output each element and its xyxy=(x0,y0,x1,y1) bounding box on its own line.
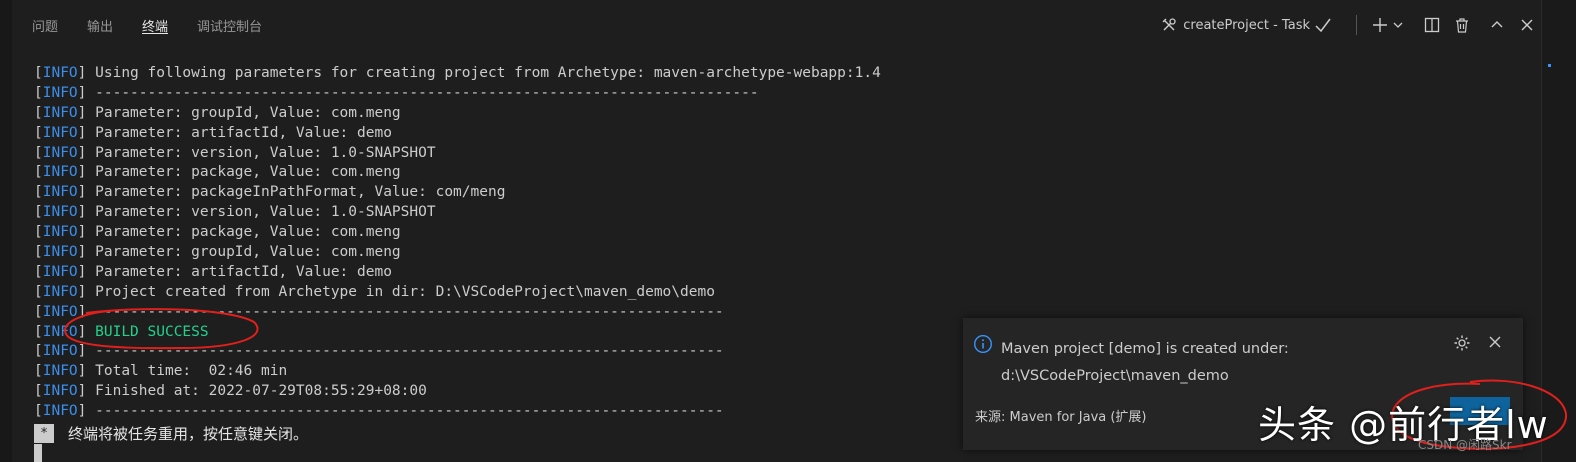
log-message: ----------------------------------------… xyxy=(95,403,724,420)
scroll-marker xyxy=(1548,64,1551,67)
log-message: Project created from Archetype in dir: D… xyxy=(95,283,715,300)
close-icon[interactable] xyxy=(1487,334,1503,350)
log-message: Parameter: packageInPathFormat, Value: c… xyxy=(95,184,506,201)
log-message: Parameter: package, Value: com.meng xyxy=(95,224,401,241)
log-message: BUILD SUCCESS xyxy=(95,323,209,340)
terminal-dropdown-button[interactable] xyxy=(1391,13,1405,37)
log-level: INFO xyxy=(42,104,78,121)
log-message: Using following parameters for creating … xyxy=(95,65,881,81)
terminal-line: [INFO] Parameter: version, Value: 1.0-SN… xyxy=(34,144,436,161)
close-panel-button[interactable] xyxy=(1515,13,1539,37)
kill-terminal-button[interactable] xyxy=(1450,13,1474,37)
log-message: Parameter: groupId, Value: com.meng xyxy=(95,244,401,261)
maximize-panel-button[interactable] xyxy=(1485,13,1509,37)
log-message: ----------------------------------------… xyxy=(95,84,759,101)
terminal-line: [INFO] ---------------------------------… xyxy=(34,84,759,101)
terminal-output[interactable]: [INFO] Using following parameters for cr… xyxy=(34,64,881,422)
tab-debug-console[interactable]: 调试控制台 xyxy=(197,0,262,35)
log-message: Finished at: 2022-07-29T08:55:29+08:00 xyxy=(95,383,427,400)
log-level: INFO xyxy=(42,65,78,81)
log-level: INFO xyxy=(42,164,78,181)
log-level: INFO xyxy=(42,363,78,380)
log-level: INFO xyxy=(42,204,78,221)
log-level: INFO xyxy=(42,323,78,340)
header-divider xyxy=(1356,15,1357,35)
terminal-line: [INFO] Using following parameters for cr… xyxy=(34,65,881,81)
tab-output[interactable]: 输出 xyxy=(87,0,113,35)
panel-header: 问题 输出 终端 调试控制台 createProject - Task xyxy=(12,0,1542,50)
log-level: INFO xyxy=(42,283,78,300)
panel-tabs: 问题 输出 终端 调试控制台 xyxy=(32,0,291,50)
terminal-line: [INFO] Parameter: packageInPathFormat, V… xyxy=(34,184,506,201)
log-level: INFO xyxy=(42,224,78,241)
terminal-line: [INFO] Finished at: 2022-07-29T08:55:29+… xyxy=(34,383,427,400)
tab-problems[interactable]: 问题 xyxy=(32,0,58,35)
terminal-line: [INFO] Parameter: artifactId, Value: dem… xyxy=(34,124,392,141)
log-level: INFO xyxy=(42,144,78,161)
log-level: INFO xyxy=(42,244,78,261)
close-icon xyxy=(1521,19,1533,31)
check-icon xyxy=(1315,18,1331,33)
chevron-down-icon xyxy=(1393,22,1403,28)
terminal-line: [INFO] ---------------------------------… xyxy=(34,303,724,320)
log-level: INFO xyxy=(42,184,78,201)
terminal-line: [INFO] Parameter: version, Value: 1.0-SN… xyxy=(34,204,436,221)
terminal-line: [INFO] Parameter: package, Value: com.me… xyxy=(34,224,401,241)
terminal-line: [INFO] ---------------------------------… xyxy=(34,403,724,420)
split-terminal-button[interactable] xyxy=(1420,13,1444,37)
left-edge xyxy=(0,0,12,462)
trash-icon xyxy=(1456,18,1468,33)
split-icon xyxy=(1424,17,1440,33)
log-level: INFO xyxy=(42,383,78,400)
terminal-reuse-note: * 终端将被任务重用，按任意键关闭。 xyxy=(34,423,309,443)
log-level: INFO xyxy=(42,263,78,280)
log-message: ----------------------------------------… xyxy=(95,303,724,320)
terminal-line: [INFO] ---------------------------------… xyxy=(34,343,724,360)
terminal-cursor xyxy=(34,444,42,462)
log-level: INFO xyxy=(42,343,78,360)
panel-actions: createProject - Task xyxy=(1161,0,1542,50)
log-level: INFO xyxy=(42,303,78,320)
note-text: 终端将被任务重用，按任意键关闭。 xyxy=(68,424,309,443)
task-name: createProject - Task xyxy=(1183,17,1310,33)
log-message: Parameter: groupId, Value: com.meng xyxy=(95,104,401,121)
log-message: Parameter: artifactId, Value: demo xyxy=(95,263,392,280)
terminal-line: [INFO] Total time: 02:46 min xyxy=(34,363,288,380)
terminal-line: [INFO] Parameter: artifactId, Value: dem… xyxy=(34,263,392,280)
tab-terminal[interactable]: 终端 xyxy=(142,0,169,35)
note-marker: * xyxy=(34,423,54,443)
terminal-line: [INFO] BUILD SUCCESS xyxy=(34,323,209,340)
notification-message: Maven project [demo] is created under: d… xyxy=(1001,341,1289,384)
log-message: Parameter: version, Value: 1.0-SNAPSHOT xyxy=(95,204,436,221)
gear-icon[interactable] xyxy=(1453,334,1471,352)
chevron-up-icon xyxy=(1491,21,1503,28)
log-message: ----------------------------------------… xyxy=(95,343,724,360)
log-message: Parameter: package, Value: com.meng xyxy=(95,164,401,181)
new-terminal-button[interactable] xyxy=(1368,13,1392,37)
tools-icon xyxy=(1162,18,1176,31)
log-message: Parameter: artifactId, Value: demo xyxy=(95,124,392,141)
plus-icon xyxy=(1373,18,1387,32)
log-message: Total time: 02:46 min xyxy=(95,363,288,380)
source-watermark: CSDN @闲路Skr xyxy=(1418,438,1512,452)
log-level: INFO xyxy=(42,124,78,141)
terminal-line: [INFO] Project created from Archetype in… xyxy=(34,283,715,300)
info-icon xyxy=(973,334,993,354)
terminal-line: [INFO] Parameter: groupId, Value: com.me… xyxy=(34,104,401,121)
terminal-line: [INFO] Parameter: groupId, Value: com.me… xyxy=(34,244,401,261)
log-message: Parameter: version, Value: 1.0-SNAPSHOT xyxy=(95,144,436,161)
log-level: INFO xyxy=(42,84,78,101)
scrollbar-strip[interactable] xyxy=(1541,0,1576,462)
log-level: INFO xyxy=(42,403,78,420)
notification-source: 来源: Maven for Java (扩展) xyxy=(975,410,1147,425)
terminal-line: [INFO] Parameter: package, Value: com.me… xyxy=(34,164,401,181)
terminal-task-selector[interactable]: createProject - Task xyxy=(1161,17,1338,33)
